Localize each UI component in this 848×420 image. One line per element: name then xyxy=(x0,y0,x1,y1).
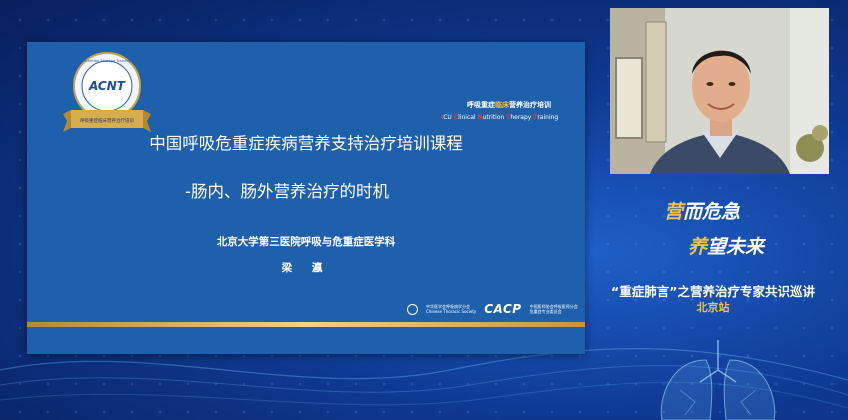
presentation-slide: ACNT 呼吸重症临床营养治疗培训 Nutrition Therapy Trai… xyxy=(27,42,585,354)
cts-logo-text: 中华医学会呼吸病学分会 Chinese Thoracic Society xyxy=(426,304,477,314)
slide-gold-bar xyxy=(27,322,585,327)
badge-ring-text: Nutrition Therapy Training xyxy=(84,59,131,63)
training-brand-cn: 呼吸重症临床营养治疗培训 xyxy=(467,101,551,109)
lungs-illustration-icon xyxy=(660,340,776,420)
cts-logo-icon xyxy=(407,303,418,315)
webcam-video-feed xyxy=(610,8,829,174)
slogan-line1: 营而危急 xyxy=(664,201,741,223)
cacp-logo-text: 中国医师协会呼吸医师分会 危重症专业委员会 xyxy=(529,304,578,314)
cacp-logo: CACP xyxy=(484,302,522,316)
sponsor-logos: 中华医学会呼吸病学分会 Chinese Thoracic Society CAC… xyxy=(407,302,578,316)
event-title: “重症肺言”之营养治疗专家共识巡讲 xyxy=(611,284,815,299)
slide-title-line2: -肠内、肠外营养治疗的时机 xyxy=(185,182,389,201)
slide-institute: 北京大学第三医院呼吸与危重症医学科 xyxy=(216,236,396,248)
training-brand-en: ICU Clinical Nutrition Therapy Training xyxy=(441,114,559,121)
badge-text: ACNT xyxy=(88,79,126,93)
event-location: 北京站 xyxy=(696,301,730,314)
badge-ribbon-text: 呼吸重症临床营养治疗培训 xyxy=(80,117,134,124)
slide-speaker-name: 梁 瀛 xyxy=(281,262,331,274)
slide-title-line1: 中国呼吸危重症疾病营养支持治疗培训课程 xyxy=(149,134,463,153)
slogan-line2: 养望未来 xyxy=(688,236,765,258)
speaker-video-image xyxy=(610,8,829,174)
